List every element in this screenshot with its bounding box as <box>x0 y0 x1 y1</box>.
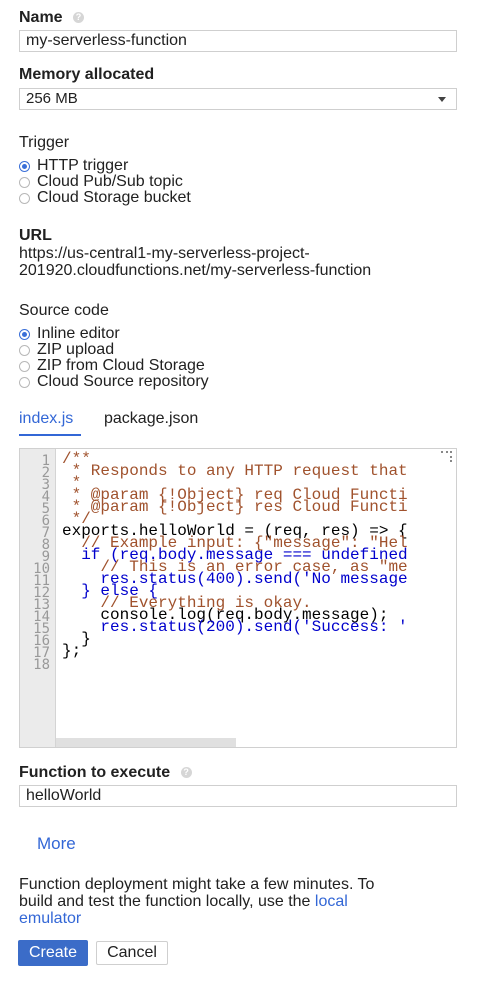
note-text: build and test the function locally, use… <box>19 893 315 910</box>
source-option-label: Cloud Source repository <box>37 373 209 390</box>
radio-icon[interactable] <box>19 376 30 388</box>
radio-selected-icon[interactable] <box>19 160 30 172</box>
code-line: * Responds to any HTTP request that <box>62 462 408 480</box>
radio-icon[interactable] <box>19 192 30 204</box>
source-option-zip[interactable]: ZIP upload <box>19 342 114 358</box>
radio-icon[interactable] <box>19 344 30 356</box>
radio-selected-icon[interactable] <box>19 328 30 340</box>
code-editor[interactable]: 1 2 3 4 5 6 7 8 9 10 11 12 13 14 15 16 1… <box>19 448 457 748</box>
source-option-repo[interactable]: Cloud Source repository <box>19 374 209 390</box>
line-number-gutter: 1 2 3 4 5 6 7 8 9 10 11 12 13 14 15 16 1… <box>20 449 56 747</box>
tab-index-js[interactable]: index.js <box>19 410 73 428</box>
horizontal-scrollbar[interactable] <box>56 738 236 747</box>
function-label: Function to execute ? <box>19 764 192 782</box>
function-label-text: Function to execute <box>19 764 171 781</box>
more-link[interactable]: More <box>37 834 76 854</box>
note-line-1: Function deployment might take a few min… <box>19 876 375 893</box>
memory-select-value: 256 MB <box>26 90 78 107</box>
help-icon[interactable]: ? <box>73 12 85 24</box>
local-emulator-link[interactable]: local <box>315 893 348 910</box>
trigger-label: Trigger <box>19 134 70 151</box>
local-emulator-link[interactable]: emulator <box>19 910 374 927</box>
code-line: }; <box>62 642 82 660</box>
tab-package-json[interactable]: package.json <box>104 410 198 428</box>
trigger-option-storage[interactable]: Cloud Storage bucket <box>19 190 191 206</box>
name-label: Name ? <box>19 9 85 27</box>
radio-icon[interactable] <box>19 360 30 372</box>
help-icon[interactable]: ? <box>180 767 192 779</box>
trigger-option-label: Cloud Pub/Sub topic <box>37 173 183 190</box>
name-label-text: Name <box>19 9 63 26</box>
url-line-2: 201920.cloudfunctions.net/my-serverless-… <box>19 262 372 279</box>
url-line-1: https://us-central1-my-serverless-projec… <box>19 245 310 262</box>
function-input[interactable]: helloWorld <box>19 785 457 807</box>
source-option-label: Inline editor <box>37 325 120 342</box>
radio-icon[interactable] <box>19 176 30 188</box>
fullscreen-icon[interactable] <box>441 451 452 462</box>
url-value: https://us-central1-my-serverless-projec… <box>19 245 371 279</box>
memory-label: Memory allocated <box>19 66 155 83</box>
cancel-button[interactable]: Cancel <box>96 941 168 965</box>
url-label: URL <box>19 227 52 244</box>
trigger-option-pubsub[interactable]: Cloud Pub/Sub topic <box>19 174 183 190</box>
line-number: 18 <box>33 657 50 673</box>
active-tab-indicator <box>19 434 81 436</box>
create-button[interactable]: Create <box>18 940 88 966</box>
source-option-inline[interactable]: Inline editor <box>19 326 120 342</box>
chevron-down-icon <box>438 97 446 102</box>
source-label: Source code <box>19 302 109 319</box>
code-line: * @param {!Object} res Cloud Functi <box>62 498 408 516</box>
name-input[interactable]: my-serverless-function <box>19 30 457 52</box>
source-option-zip-gcs[interactable]: ZIP from Cloud Storage <box>19 358 205 374</box>
trigger-option-http[interactable]: HTTP trigger <box>19 158 128 174</box>
source-option-label: ZIP upload <box>37 341 115 358</box>
memory-select[interactable]: 256 MB <box>19 88 457 110</box>
note-line-2: build and test the function locally, use… <box>19 893 374 910</box>
code-line: res.status(200).send('Success: ' <box>62 618 408 636</box>
deployment-note: Function deployment might take a few min… <box>19 876 374 927</box>
source-option-label: ZIP from Cloud Storage <box>37 357 205 374</box>
trigger-option-label: HTTP trigger <box>37 157 129 174</box>
trigger-option-label: Cloud Storage bucket <box>37 189 191 206</box>
